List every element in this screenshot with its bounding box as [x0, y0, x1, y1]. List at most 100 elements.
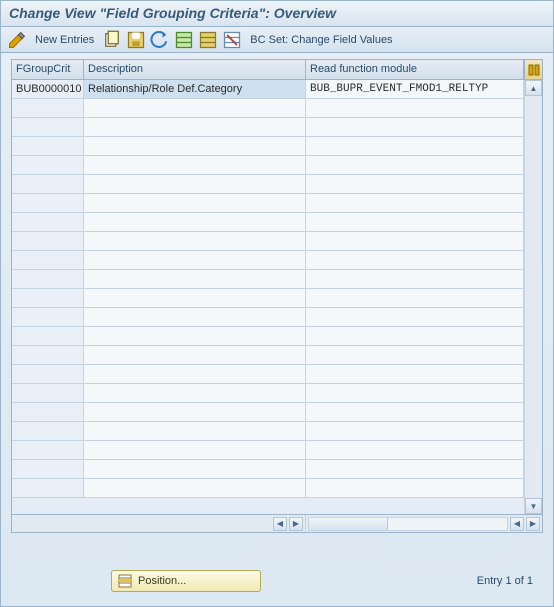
cell-description[interactable] [84, 175, 306, 193]
undo-icon[interactable] [150, 31, 170, 49]
hscroll-right-pane[interactable]: ◀ ▶ [306, 515, 542, 532]
cell-fgroupcrit[interactable] [12, 194, 84, 212]
cell-fgroupcrit[interactable] [12, 384, 84, 402]
cell-readfunc[interactable] [306, 213, 524, 231]
cell-fgroupcrit[interactable] [12, 156, 84, 174]
cell-description[interactable] [84, 156, 306, 174]
cell-fgroupcrit[interactable] [12, 365, 84, 383]
cell-fgroupcrit[interactable] [12, 308, 84, 326]
table-row[interactable] [12, 460, 524, 479]
cell-fgroupcrit[interactable] [12, 289, 84, 307]
cell-readfunc[interactable] [306, 137, 524, 155]
save-table-icon[interactable] [198, 31, 218, 49]
cell-readfunc[interactable] [306, 422, 524, 440]
cell-description[interactable] [84, 479, 306, 497]
table-row[interactable] [12, 251, 524, 270]
table-row[interactable] [12, 479, 524, 498]
table-row[interactable]: BUB0000010Relationship/Role Def.Category… [12, 80, 524, 99]
cell-readfunc[interactable] [306, 99, 524, 117]
cell-description[interactable] [84, 232, 306, 250]
cell-readfunc[interactable] [306, 308, 524, 326]
cell-readfunc[interactable] [306, 460, 524, 478]
cell-fgroupcrit[interactable] [12, 118, 84, 136]
cell-description[interactable] [84, 251, 306, 269]
cell-fgroupcrit[interactable]: BUB0000010 [12, 80, 84, 98]
cell-fgroupcrit[interactable] [12, 460, 84, 478]
table-row[interactable] [12, 270, 524, 289]
cell-description[interactable] [84, 308, 306, 326]
cell-readfunc[interactable] [306, 156, 524, 174]
select-all-icon[interactable] [174, 31, 194, 49]
position-button[interactable]: Position... [111, 570, 261, 592]
cell-fgroupcrit[interactable] [12, 137, 84, 155]
delete-row-icon[interactable] [222, 31, 242, 49]
table-row[interactable] [12, 384, 524, 403]
cell-readfunc[interactable] [306, 365, 524, 383]
table-row[interactable] [12, 175, 524, 194]
cell-fgroupcrit[interactable] [12, 346, 84, 364]
bcset-link[interactable]: BC Set: Change Field Values [246, 34, 396, 46]
hscroll-left-pane[interactable]: ◀ ▶ [12, 515, 306, 532]
cell-readfunc[interactable] [306, 118, 524, 136]
cell-description[interactable] [84, 365, 306, 383]
cell-fgroupcrit[interactable] [12, 99, 84, 117]
cell-fgroupcrit[interactable] [12, 403, 84, 421]
cell-readfunc[interactable] [306, 194, 524, 212]
cell-readfunc[interactable] [306, 327, 524, 345]
vertical-scrollbar[interactable]: ▲ ▼ [524, 80, 542, 514]
table-row[interactable] [12, 403, 524, 422]
cell-readfunc[interactable] [306, 270, 524, 288]
cell-readfunc[interactable] [306, 441, 524, 459]
table-row[interactable] [12, 156, 524, 175]
cell-fgroupcrit[interactable] [12, 422, 84, 440]
cell-description[interactable] [84, 384, 306, 402]
cell-readfunc[interactable]: BUB_BUPR_EVENT_FMOD1_RELTYP [306, 80, 524, 98]
cell-description[interactable] [84, 422, 306, 440]
table-row[interactable] [12, 118, 524, 137]
cell-readfunc[interactable] [306, 403, 524, 421]
cell-readfunc[interactable] [306, 175, 524, 193]
cell-readfunc[interactable] [306, 346, 524, 364]
cell-description[interactable] [84, 213, 306, 231]
cell-description[interactable] [84, 137, 306, 155]
cell-description[interactable] [84, 460, 306, 478]
cell-description[interactable] [84, 289, 306, 307]
cell-readfunc[interactable] [306, 232, 524, 250]
table-row[interactable] [12, 213, 524, 232]
cell-readfunc[interactable] [306, 384, 524, 402]
table-row[interactable] [12, 365, 524, 384]
hscroll-thumb[interactable] [309, 518, 388, 530]
scroll-right-icon[interactable]: ▶ [289, 517, 303, 531]
cell-description[interactable] [84, 403, 306, 421]
hscroll-track[interactable] [308, 517, 508, 531]
cell-fgroupcrit[interactable] [12, 232, 84, 250]
cell-fgroupcrit[interactable] [12, 327, 84, 345]
table-row[interactable] [12, 194, 524, 213]
cell-description[interactable]: Relationship/Role Def.Category [84, 80, 306, 98]
table-row[interactable] [12, 422, 524, 441]
col-header-fgroupcrit[interactable]: FGroupCrit [12, 60, 84, 79]
cell-description[interactable] [84, 194, 306, 212]
save-row-icon[interactable] [126, 31, 146, 49]
cell-fgroupcrit[interactable] [12, 175, 84, 193]
cell-readfunc[interactable] [306, 289, 524, 307]
table-row[interactable] [12, 232, 524, 251]
table-row[interactable] [12, 327, 524, 346]
cell-fgroupcrit[interactable] [12, 213, 84, 231]
scroll-down-icon[interactable]: ▼ [525, 498, 542, 514]
copy-icon[interactable] [102, 31, 122, 49]
cell-description[interactable] [84, 441, 306, 459]
cell-description[interactable] [84, 118, 306, 136]
cell-description[interactable] [84, 99, 306, 117]
config-columns-icon[interactable] [524, 60, 542, 79]
scroll-up-icon[interactable]: ▲ [525, 80, 542, 96]
table-row[interactable] [12, 99, 524, 118]
table-row[interactable] [12, 289, 524, 308]
scroll-right-icon[interactable]: ▶ [526, 517, 540, 531]
scroll-left-icon[interactable]: ◀ [510, 517, 524, 531]
cell-readfunc[interactable] [306, 479, 524, 497]
table-row[interactable] [12, 346, 524, 365]
scroll-left-icon[interactable]: ◀ [273, 517, 287, 531]
col-header-readfunc[interactable]: Read function module [306, 60, 524, 79]
cell-description[interactable] [84, 327, 306, 345]
